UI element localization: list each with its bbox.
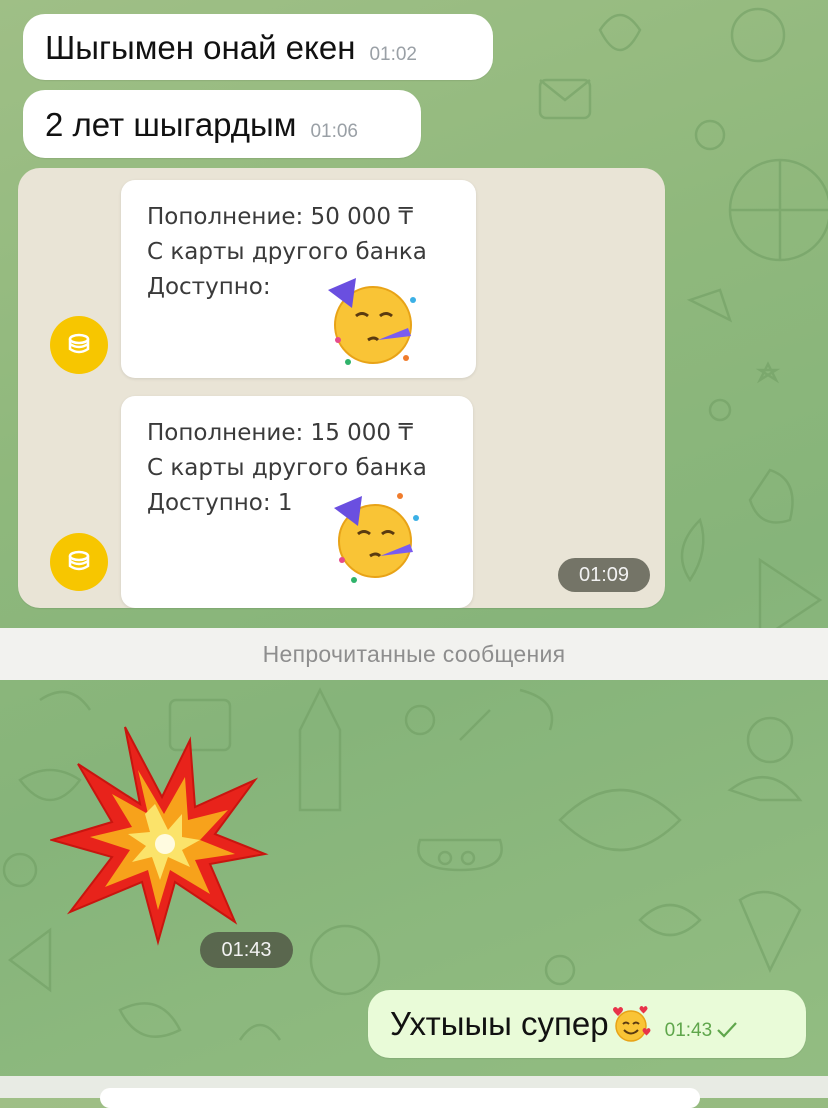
message-time: 01:02 bbox=[369, 43, 417, 65]
card-line-amount: Пополнение: 50 000 ₸ bbox=[147, 204, 413, 230]
party-face-emoji bbox=[328, 278, 416, 365]
message-text: 2 лет шыгардым bbox=[45, 105, 297, 143]
check-icon bbox=[717, 1022, 737, 1038]
card-line-source: С карты другого банка bbox=[147, 455, 427, 481]
message-time: 01:43 bbox=[664, 1020, 713, 1041]
message-text: Шыгымен онай екен bbox=[45, 28, 356, 66]
party-face-emoji bbox=[334, 493, 419, 583]
incoming-message[interactable]: 2 лет шыгардым 01:06 bbox=[23, 90, 421, 158]
message-time: 01:43 bbox=[200, 932, 293, 968]
card-line-amount: Пополнение: 15 000 ₸ bbox=[147, 420, 413, 446]
unread-divider-label: Непрочитанные сообщения bbox=[262, 640, 566, 667]
message-time: 01:06 bbox=[310, 120, 358, 142]
coins-icon bbox=[50, 533, 108, 591]
message-text: Ухтыыы супер bbox=[390, 1005, 609, 1042]
unread-messages-divider: Непрочитанные сообщения bbox=[0, 628, 828, 680]
explosion-sticker-icon[interactable] bbox=[50, 722, 270, 947]
card-line-source: С карты другого банка bbox=[147, 239, 427, 265]
incoming-message[interactable]: Шыгымен онай екен 01:02 bbox=[23, 14, 493, 80]
incoming-photo-message[interactable]: Пополнение: 50 000 ₸ С карты другого бан… bbox=[18, 168, 665, 608]
message-time: 01:09 bbox=[558, 558, 650, 592]
outgoing-message[interactable]: Ухтыыы супер 01:43 bbox=[368, 990, 806, 1058]
smiling-face-with-hearts-emoji bbox=[612, 1006, 651, 1042]
message-input-field[interactable] bbox=[100, 1088, 700, 1108]
coins-icon bbox=[50, 316, 108, 374]
